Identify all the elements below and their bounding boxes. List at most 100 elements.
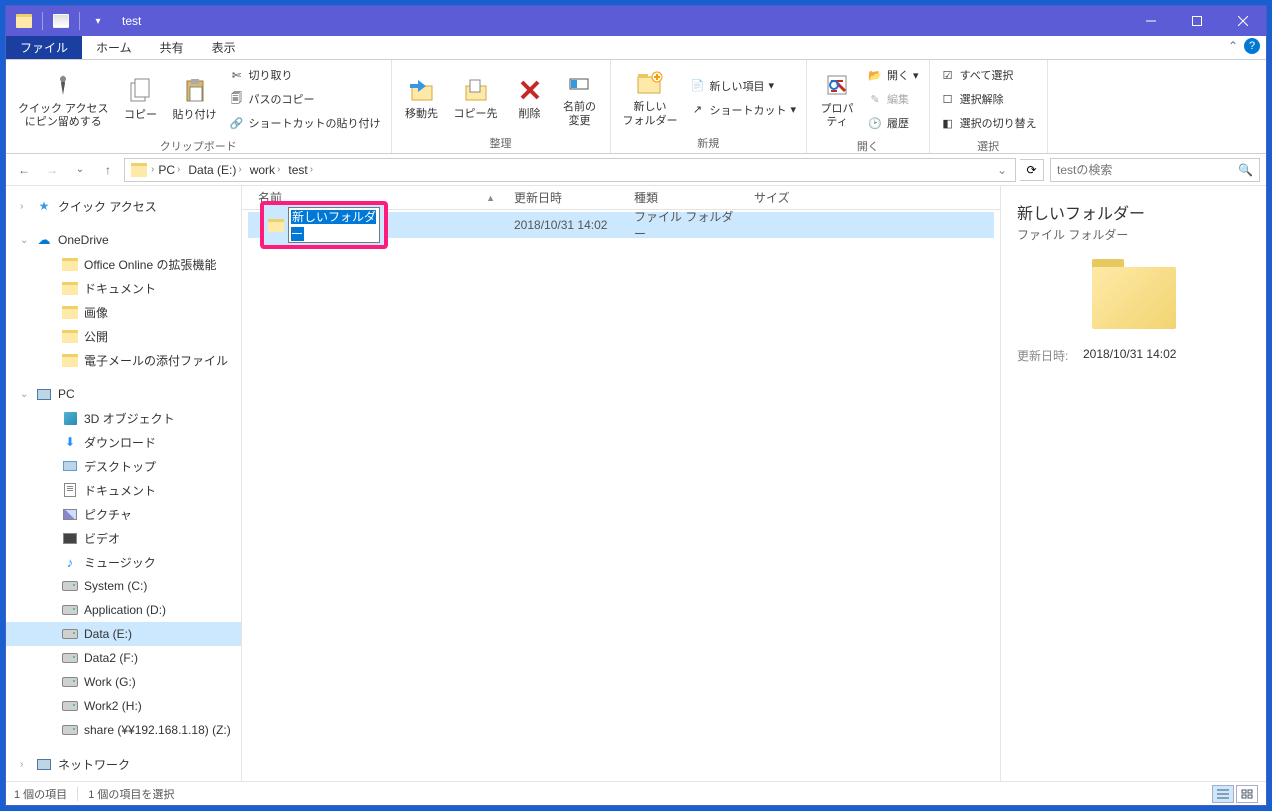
recent-locations-button[interactable]: ⌄ xyxy=(68,158,92,182)
nav-onedrive-item[interactable]: 公開 xyxy=(6,324,241,348)
nav-pc-item[interactable]: Data2 (F:) xyxy=(6,646,241,670)
nav-onedrive-item[interactable]: 画像 xyxy=(6,300,241,324)
minimize-button[interactable] xyxy=(1128,6,1174,36)
tab-home[interactable]: ホーム xyxy=(82,36,146,59)
tab-share[interactable]: 共有 xyxy=(146,36,198,59)
folder-icon xyxy=(268,219,284,232)
music-icon xyxy=(62,554,78,570)
new-item-button[interactable]: 📄新しい項目 ▾ xyxy=(688,75,799,97)
tab-file[interactable]: ファイル xyxy=(6,36,82,59)
address-dropdown-button[interactable]: ⌄ xyxy=(991,163,1013,177)
close-button[interactable] xyxy=(1220,6,1266,36)
delete-button[interactable]: 削除 xyxy=(508,72,552,123)
desktop-icon xyxy=(62,458,78,474)
onedrive-icon xyxy=(36,232,52,248)
collapse-ribbon-button[interactable]: ⌃ xyxy=(1228,39,1238,53)
nav-pc-item[interactable]: デスクトップ xyxy=(6,454,241,478)
copy-button[interactable]: コピー xyxy=(119,73,163,124)
nav-onedrive-item[interactable]: 電子メールの添付ファイル xyxy=(6,348,241,372)
help-button[interactable]: ? xyxy=(1244,38,1260,54)
up-button[interactable]: ↑ xyxy=(96,158,120,182)
copy-to-button[interactable]: コピー先 xyxy=(450,72,502,123)
nav-pc-item[interactable]: ピクチャ xyxy=(6,502,241,526)
crumb-test[interactable]: test › xyxy=(284,159,317,181)
details-pane: 新しいフォルダー ファイル フォルダー 更新日時: 2018/10/31 14:… xyxy=(1000,186,1266,781)
search-box[interactable]: 🔍 xyxy=(1050,158,1260,182)
edit-button[interactable]: ✎編集 xyxy=(865,88,921,110)
paste-button[interactable]: 貼り付け xyxy=(169,73,221,124)
column-type[interactable]: 種類 xyxy=(624,186,744,209)
folder-icon xyxy=(62,304,78,320)
folder-icon xyxy=(62,328,78,344)
new-folder-button[interactable]: 新しい フォルダー xyxy=(619,65,682,129)
status-item-count: 1 個の項目 xyxy=(14,786,67,802)
nav-pc-item[interactable]: Work (G:) xyxy=(6,670,241,694)
back-button[interactable]: ← xyxy=(12,158,36,182)
status-selection: 1 個の項目を選択 xyxy=(88,786,174,802)
qat-customize[interactable]: ▾ xyxy=(86,9,110,33)
nav-pc-item[interactable]: ダウンロード xyxy=(6,430,241,454)
open-button[interactable]: 📂開く ▾ xyxy=(865,64,921,86)
nav-pc-item[interactable]: ミュージック xyxy=(6,550,241,574)
star-icon xyxy=(36,198,52,214)
forward-button[interactable]: → xyxy=(40,158,64,182)
properties-button[interactable]: プロパ ティ xyxy=(815,67,859,131)
nav-pc-item[interactable]: 3D オブジェクト xyxy=(6,406,241,430)
nav-quick-access[interactable]: › クイック アクセス xyxy=(6,194,241,218)
navigation-pane[interactable]: › クイック アクセス ⌄ OneDrive Office Online の拡張… xyxy=(6,186,242,781)
column-size[interactable]: サイズ xyxy=(744,186,824,209)
drive-icon xyxy=(62,626,78,642)
nav-onedrive-item[interactable]: Office Online の拡張機能 xyxy=(6,252,241,276)
nav-pc-item[interactable]: share (¥¥192.168.1.18) (Z:) xyxy=(6,718,241,742)
folder-icon xyxy=(62,256,78,272)
pin-to-quick-access-button[interactable]: クイック アクセス にピン留めする xyxy=(14,67,113,131)
address-row: ← → ⌄ ↑ › PC › Data (E:) › work › test ›… xyxy=(6,154,1266,186)
view-large-icons-button[interactable] xyxy=(1236,785,1258,803)
paste-shortcut-button[interactable]: 🔗ショートカットの貼り付け xyxy=(227,112,383,134)
nav-pc-item[interactable]: ドキュメント xyxy=(6,478,241,502)
view-details-button[interactable] xyxy=(1212,785,1234,803)
drive-icon xyxy=(62,674,78,690)
history-button[interactable]: 🕑履歴 xyxy=(865,112,921,134)
tab-view[interactable]: 表示 xyxy=(198,36,250,59)
copy-path-button[interactable]: 🗐パスのコピー xyxy=(227,88,383,110)
search-icon: 🔍 xyxy=(1238,163,1253,177)
crumb-drive[interactable]: Data (E:) › xyxy=(184,159,245,181)
file-row[interactable]: 新しいフォルダー 2018/10/31 14:02 ファイル フォルダー xyxy=(248,212,994,238)
new-shortcut-button[interactable]: ↗ショートカット ▾ xyxy=(688,99,799,121)
nav-pc[interactable]: ⌄ PC xyxy=(6,382,241,406)
nav-pc-item[interactable]: ビデオ xyxy=(6,526,241,550)
crumb-work[interactable]: work › xyxy=(246,159,285,181)
cut-button[interactable]: ✄切り取り xyxy=(227,64,383,86)
maximize-button[interactable] xyxy=(1174,6,1220,36)
nav-pc-item[interactable]: Data (E:) xyxy=(6,622,241,646)
select-none-button[interactable]: ☐選択解除 xyxy=(938,88,1039,110)
group-new-label: 新規 xyxy=(611,135,807,153)
file-type: ファイル フォルダー xyxy=(624,208,744,242)
nav-pc-item[interactable]: Work2 (H:) xyxy=(6,694,241,718)
nav-pc-item[interactable]: Application (D:) xyxy=(6,598,241,622)
invert-selection-button[interactable]: ◧選択の切り替え xyxy=(938,112,1039,134)
nav-pc-item[interactable]: System (C:) xyxy=(6,574,241,598)
rename-button[interactable]: 名前の 変更 xyxy=(558,65,602,129)
doc-icon xyxy=(62,482,78,498)
folder-icon xyxy=(62,280,78,296)
select-all-button[interactable]: ☑すべて選択 xyxy=(938,64,1039,86)
qat-properties[interactable] xyxy=(49,9,73,33)
address-bar[interactable]: › PC › Data (E:) › work › test › ⌄ xyxy=(124,158,1016,182)
folder-icon xyxy=(62,352,78,368)
titlebar: ▾ test xyxy=(6,6,1266,36)
nav-network[interactable]: › ネットワーク xyxy=(6,752,241,776)
rename-input[interactable]: 新しいフォルダー xyxy=(288,207,380,243)
column-date[interactable]: 更新日時 xyxy=(504,186,624,209)
nav-onedrive-item[interactable]: ドキュメント xyxy=(6,276,241,300)
ribbon: クイック アクセス にピン留めする コピー 貼り付け ✄切り取り 🗐パスのコピー… xyxy=(6,60,1266,154)
nav-onedrive[interactable]: ⌄ OneDrive xyxy=(6,228,241,252)
crumb-pc[interactable]: PC › xyxy=(154,159,184,181)
drive-icon xyxy=(62,602,78,618)
search-input[interactable] xyxy=(1057,163,1238,177)
refresh-button[interactable]: ⟳ xyxy=(1020,159,1044,181)
file-date: 2018/10/31 14:02 xyxy=(504,218,624,232)
drive-icon xyxy=(62,722,78,738)
move-to-button[interactable]: 移動先 xyxy=(400,72,444,123)
